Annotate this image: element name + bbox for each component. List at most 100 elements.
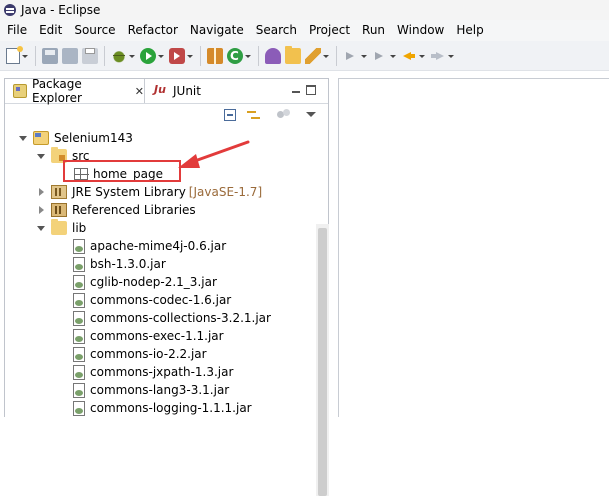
prev-annotation-icon[interactable] <box>372 48 388 64</box>
panel-tab-bar: Package Explorer ✕ JUnit <box>5 77 328 105</box>
tree-node-referenced-libraries[interactable]: Referenced Libraries <box>37 201 196 219</box>
menu-search[interactable]: Search <box>250 20 303 41</box>
new-class-dropdown-icon[interactable] <box>245 48 251 64</box>
tree-node-jar[interactable]: commons-codec-1.6.jar <box>67 291 231 309</box>
debug-dropdown-icon[interactable] <box>129 48 135 64</box>
tree-node-jar[interactable]: commons-exec-1.1.jar <box>67 327 224 345</box>
external-tools-dropdown-icon[interactable] <box>187 48 193 64</box>
menu-help[interactable]: Help <box>450 20 489 41</box>
open-type-icon[interactable] <box>265 47 281 64</box>
tree-node-jar[interactable]: commons-collections-3.2.1.jar <box>67 309 271 327</box>
menu-refactor[interactable]: Refactor <box>122 20 184 41</box>
debug-icon[interactable] <box>111 47 127 64</box>
expand-toggle-icon[interactable] <box>37 152 45 160</box>
jar-label: commons-jxpath-1.3.jar <box>90 365 234 379</box>
menu-navigate[interactable]: Navigate <box>184 20 250 41</box>
next-annotation-icon[interactable] <box>343 48 359 64</box>
package-explorer-icon <box>13 84 27 98</box>
expand-toggle-icon[interactable] <box>37 188 45 196</box>
jar-file-icon <box>73 364 85 380</box>
java-project-icon <box>33 131 49 145</box>
jar-label: commons-logging-1.1.1.jar <box>90 401 252 415</box>
menu-window[interactable]: Window <box>391 20 450 41</box>
menu-source[interactable]: Source <box>68 20 121 41</box>
run-dropdown-icon[interactable] <box>158 48 164 64</box>
link-with-editor-icon[interactable] <box>247 108 261 122</box>
jre-label: JRE System Library <box>72 185 186 199</box>
expand-toggle-icon[interactable] <box>37 224 45 232</box>
jar-file-icon <box>73 310 85 326</box>
minimize-icon[interactable] <box>291 85 301 95</box>
menu-file[interactable]: File <box>0 20 33 41</box>
toolbar-separator <box>104 45 105 66</box>
menu-project[interactable]: Project <box>303 20 356 41</box>
edit-dropdown-icon[interactable] <box>323 48 329 64</box>
tree-node-jre[interactable]: JRE System Library [JavaSE-1.7] <box>37 183 262 201</box>
tree-node-jar[interactable]: commons-lang3-3.1.jar <box>67 381 229 399</box>
jar-file-icon <box>73 274 85 290</box>
menu-edit[interactable]: Edit <box>33 20 68 41</box>
window-title: Java - Eclipse <box>21 3 101 17</box>
jar-label: commons-codec-1.6.jar <box>90 293 232 307</box>
print-icon[interactable] <box>82 47 98 64</box>
tree-node-jar[interactable]: commons-io-2.2.jar <box>67 345 207 363</box>
back-icon[interactable] <box>401 48 417 64</box>
jar-label: cglib-nodep-2.1_3.jar <box>90 275 217 289</box>
folder-icon <box>51 219 67 235</box>
forward-icon[interactable] <box>430 48 446 64</box>
open-folder-icon[interactable] <box>285 45 301 64</box>
tab-package-explorer[interactable]: Package Explorer ✕ <box>5 77 145 105</box>
toolbar-separator <box>258 45 259 66</box>
tree-node-jar[interactable]: bsh-1.3.0.jar <box>67 255 166 273</box>
new-dropdown-icon[interactable] <box>22 48 28 64</box>
annotation-arrow <box>178 140 250 168</box>
tree-node-jar[interactable]: commons-logging-1.1.1.jar <box>67 399 252 417</box>
eclipse-logo-icon <box>4 4 16 16</box>
save-icon[interactable] <box>42 47 58 64</box>
jar-label: commons-exec-1.1.jar <box>90 329 224 343</box>
project-label: Selenium143 <box>54 131 133 145</box>
jar-label: commons-lang3-3.1.jar <box>90 383 230 397</box>
collapse-all-icon[interactable] <box>224 109 236 121</box>
edit-icon[interactable] <box>305 47 321 64</box>
prev-annotation-dropdown-icon[interactable] <box>390 48 396 64</box>
tab-junit[interactable]: JUnit <box>146 79 236 103</box>
package-explorer-panel: Package Explorer ✕ JUnit Selenium143 src <box>4 77 329 496</box>
new-package-icon[interactable] <box>207 47 223 64</box>
focus-on-task-icon[interactable] <box>277 109 291 121</box>
tree-node-project[interactable]: Selenium143 <box>19 129 133 147</box>
jar-label: bsh-1.3.0.jar <box>90 257 166 271</box>
jre-version-decoration: [JavaSE-1.7] <box>188 185 263 199</box>
expand-toggle-icon[interactable] <box>19 134 27 142</box>
maximize-icon[interactable] <box>306 85 316 95</box>
tree-node-lib[interactable]: lib <box>37 219 86 237</box>
view-toolbar <box>5 103 328 127</box>
run-icon[interactable] <box>140 47 156 64</box>
close-icon[interactable]: ✕ <box>135 85 144 98</box>
toolbar-separator <box>336 45 337 66</box>
expand-toggle-icon[interactable] <box>37 206 45 214</box>
external-tools-icon[interactable] <box>169 47 185 64</box>
tree-node-jar[interactable]: commons-jxpath-1.3.jar <box>67 363 233 381</box>
main-toolbar <box>0 41 609 71</box>
forward-dropdown-icon[interactable] <box>448 48 454 64</box>
save-all-icon[interactable] <box>62 47 78 64</box>
scrollbar-thumb[interactable] <box>318 228 327 496</box>
new-icon[interactable] <box>6 45 23 64</box>
back-dropdown-icon[interactable] <box>419 48 425 64</box>
vertical-scrollbar[interactable] <box>316 224 329 496</box>
annotation-highlight-box <box>63 160 181 182</box>
jar-file-icon <box>73 346 85 362</box>
jar-file-icon <box>73 292 85 308</box>
editor-area[interactable] <box>338 78 609 417</box>
jar-label: commons-io-2.2.jar <box>90 347 207 361</box>
next-annotation-dropdown-icon[interactable] <box>361 48 367 64</box>
toolbar-separator <box>200 45 201 66</box>
jar-file-icon <box>73 238 85 254</box>
tree-node-jar[interactable]: apache-mime4j-0.6.jar <box>67 237 226 255</box>
tree-node-jar[interactable]: cglib-nodep-2.1_3.jar <box>67 273 217 291</box>
menu-run[interactable]: Run <box>356 20 391 41</box>
lib-label: lib <box>72 221 87 235</box>
new-class-icon[interactable] <box>227 47 243 64</box>
view-menu-icon[interactable] <box>306 112 316 117</box>
